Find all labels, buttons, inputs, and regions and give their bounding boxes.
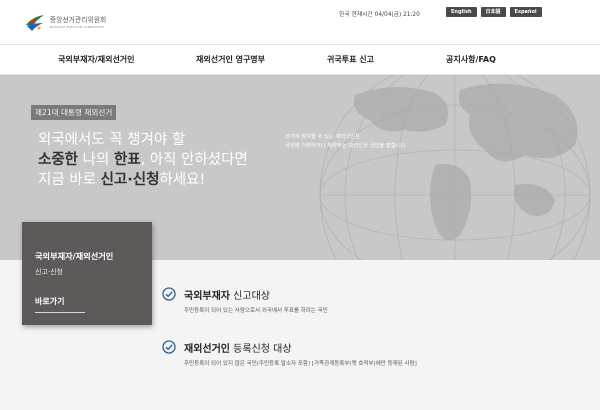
link-underline [35, 312, 85, 313]
check-circle-icon [162, 340, 176, 354]
main-nav: 국외부재자/재외선거인 재외선거인 영구명부 귀국투표 신고 공지사항/FAQ [0, 44, 600, 75]
lang-button-english[interactable]: English [446, 7, 477, 17]
nav-item-absentee-overseas[interactable]: 국외부재자/재외선거인 [58, 45, 135, 74]
eligibility-desc-overseas: 주민등록이 되어 있지 않은 국민(주민등록 말소자 포함) [가족관계등록부(… [184, 361, 417, 367]
eligibility-desc-absentee: 주민등록이 되어 있는 사람으로서 외국에서 투표를 하려는 국민 [184, 308, 328, 314]
headline-line-3: 지금 바로 신고·신청하세요! [38, 172, 206, 188]
language-switcher: English 日本語 Español [446, 7, 542, 17]
hero-description: 선거에 참여할 수 있는 재외국민은 국외에 거주하거나 체류하는 대한민국 국… [285, 134, 408, 149]
headline-line-1: 외국에서도 꼭 챙겨야 할 [38, 132, 186, 148]
org-subtitle: NATIONAL ELECTION COMMISSION [50, 24, 104, 29]
card-title: 국외부재자/재외선거인 [35, 251, 114, 261]
hero-headline: 외국에서도 꼭 챙겨야 할 소중한 나의 한표, 아직 안하셨다면 지금 바로 … [38, 130, 248, 190]
nec-logo-icon [26, 15, 44, 31]
lang-button-japanese[interactable]: 日本語 [480, 7, 506, 17]
nav-item-permanent-register[interactable]: 재외선거인 영구명부 [196, 45, 265, 74]
globe-illustration [319, 75, 591, 260]
eligibility-title-absentee: 국외부재자 신고대상 [184, 291, 270, 302]
org-name: 중앙선거관리위원회 [50, 16, 107, 25]
nav-item-return-voting[interactable]: 귀국투표 신고 [327, 45, 374, 74]
eligibility-title-overseas: 재외선거인 등록신청 대상 [184, 344, 292, 355]
quick-link-card: 국외부재자/재외선거인 신고·신청 바로가기 [22, 222, 152, 325]
lang-button-spanish[interactable]: Español [509, 7, 542, 17]
card-subtitle: 신고·신청 [35, 268, 63, 276]
nav-item-notice-faq[interactable]: 공지사항/FAQ [446, 45, 496, 74]
site-header: 중앙선거관리위원회 NATIONAL ELECTION COMMISSION 한… [0, 0, 600, 44]
current-time: 한국 현재시간 04/04(금) 21:20 [339, 12, 420, 18]
check-circle-icon [162, 287, 176, 301]
site-logo[interactable]: 중앙선거관리위원회 NATIONAL ELECTION COMMISSION [24, 13, 106, 33]
headline-line-2: 소중한 나의 한표, 아직 안하셨다면 [38, 152, 248, 168]
event-tag: 제21대 대통령 재외선거 [31, 105, 117, 120]
go-shortcut-link[interactable]: 바로가기 [35, 296, 64, 311]
